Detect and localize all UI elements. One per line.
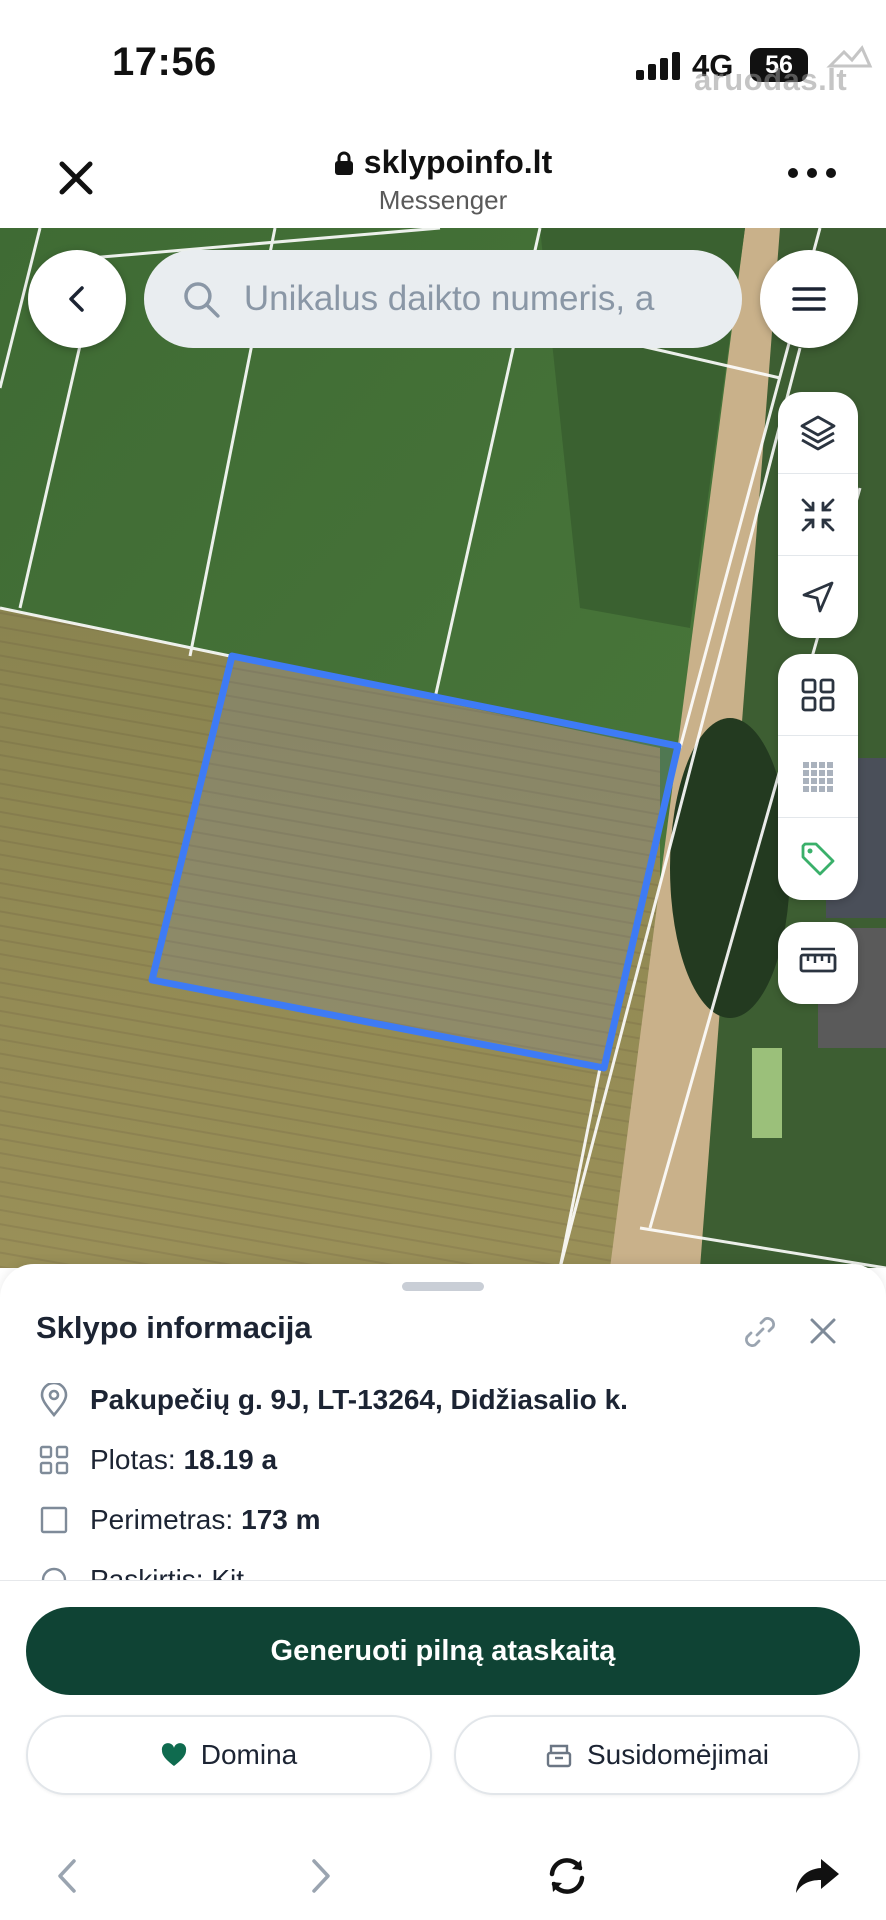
browser-forward-button[interactable] [296,1851,346,1901]
sheet-grabber[interactable] [402,1282,484,1291]
url-subtitle: Messenger [378,185,508,215]
grid-icon [801,678,835,711]
interests-label: Susidomėjimai [586,1739,770,1770]
area-row: Plotas: 18.19 a [36,1442,277,1478]
sheet-title: Sklypo informacija [36,1310,312,1345]
collapse-button[interactable] [778,474,858,556]
navigate-icon [802,581,834,613]
map-tools-group-3 [778,922,858,1004]
watermark-text: aruodas.lt [694,62,848,97]
browser-header: sklypoinfo.lt Messenger [0,128,886,228]
link-icon[interactable] [740,1312,780,1352]
collapse-icon [801,498,835,531]
action-bar: Generuoti pilną ataskaitą Domina Susidom… [0,1580,886,1920]
map-tools-group-1 [778,392,858,638]
ruler-icon [799,947,837,973]
share-arrow-icon [796,1859,839,1893]
locate-button[interactable] [778,556,858,638]
watermark-logo-icon [826,45,873,68]
parcel-info-sheet: Sklypo informacija Pakupečių g. 9J, LT-1… [0,1264,886,1582]
menu-icon [792,287,826,311]
perimeter-label: Perimetras: [90,1504,234,1535]
grid-view-button[interactable] [778,654,858,736]
signal-icon [636,52,684,80]
back-button[interactable] [28,250,126,348]
url-block: sklypoinfo.lt Messenger [0,144,886,216]
parcels-grid-button[interactable] [778,736,858,818]
search-input[interactable] [243,279,742,319]
archive-icon [546,1744,572,1768]
status-bar: 17:56 4G 56 aruodas.lt [0,0,886,128]
layers-icon [800,415,836,450]
perimeter-square-icon [40,1506,68,1534]
map-tools-group-2 [778,654,858,900]
address-text: Pakupečių g. 9J, LT-13264, Didžiasalio k… [90,1384,628,1415]
generate-report-button[interactable]: Generuoti pilną ataskaitą [26,1607,860,1695]
like-button[interactable]: Domina [26,1715,432,1795]
address-row: Pakupečių g. 9J, LT-13264, Didžiasalio k… [36,1382,628,1418]
layers-button[interactable] [778,392,858,474]
lock-icon [334,151,353,175]
tag-button[interactable] [778,818,858,900]
reload-button[interactable] [542,1851,592,1901]
area-grid-icon [39,1445,69,1475]
chevron-right-icon [312,1859,330,1893]
chevron-left-icon [69,286,84,312]
search-icon [184,282,220,318]
status-time: 17:56 [112,40,217,84]
like-label: Domina [200,1739,298,1770]
heart-icon [161,1743,186,1766]
share-button[interactable] [792,1851,842,1901]
parcels-grid-icon [803,761,833,792]
perimeter-value: 173 m [241,1504,321,1535]
satellite-image [0,228,886,1268]
area-label: Plotas: [90,1444,176,1475]
close-sheet-icon[interactable] [806,1314,840,1348]
area-value: 18.19 a [183,1444,278,1475]
chevron-left-icon [58,1859,76,1893]
url-text: sklypoinfo.lt [363,144,553,180]
measure-button[interactable] [778,922,858,1004]
tag-icon [801,842,835,876]
interests-button[interactable]: Susidomėjimai [454,1715,860,1795]
perimeter-row: Perimetras: 173 m [36,1502,321,1538]
search-bar[interactable] [144,250,742,348]
browser-back-button[interactable] [42,1851,92,1901]
reload-icon [549,1858,585,1894]
satellite-map[interactable] [0,228,886,1268]
purpose-row-partial: Paskirtis: Kit [36,1562,244,1582]
more-icon[interactable] [788,168,836,180]
location-pin-icon [40,1383,68,1417]
menu-button[interactable] [760,250,858,348]
